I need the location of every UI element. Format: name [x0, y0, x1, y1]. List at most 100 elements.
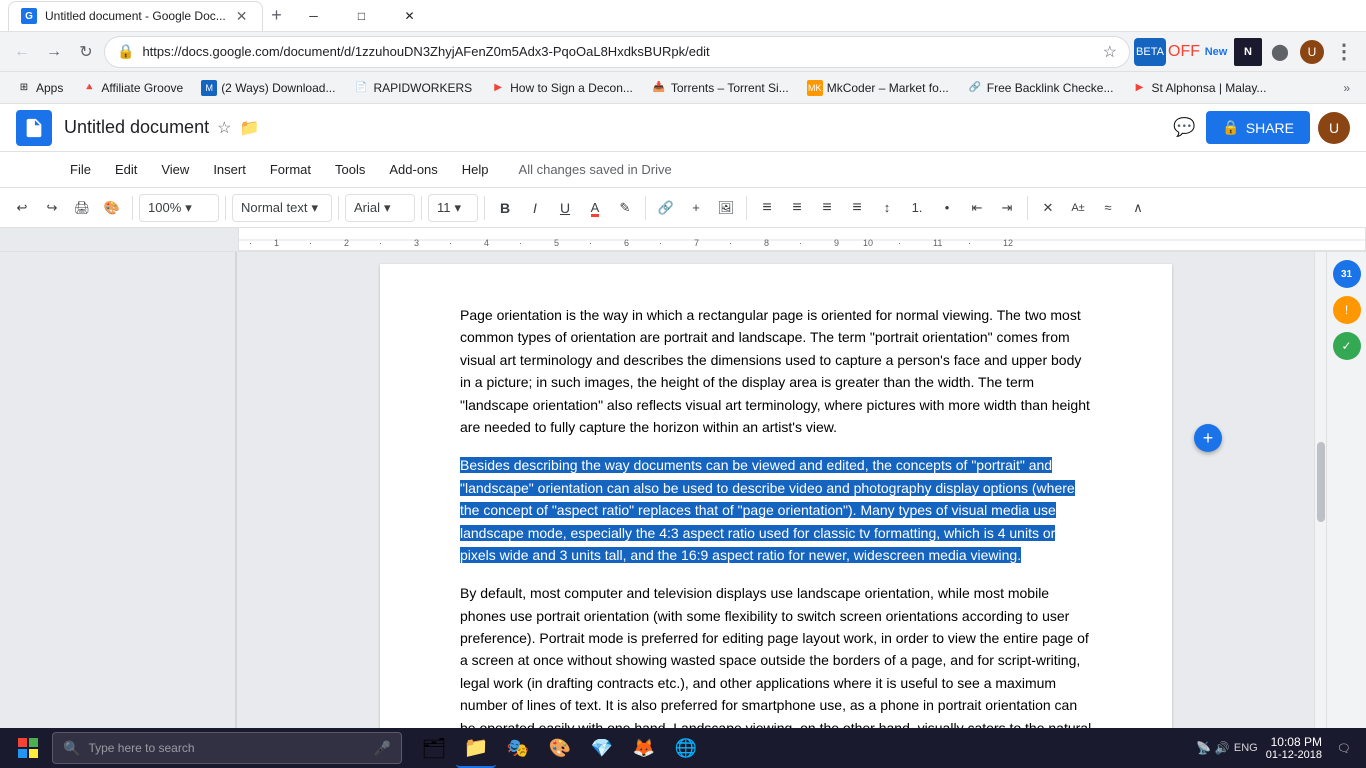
account-icon[interactable]: U — [1298, 38, 1326, 66]
print-button[interactable]: 🖨 — [68, 194, 96, 222]
link-button[interactable]: 🔗 — [652, 194, 680, 222]
comments-icon[interactable]: 💬 — [1170, 114, 1198, 142]
notification-button[interactable]: 🗨 — [1330, 734, 1358, 762]
paragraph-3[interactable]: By default, most computer and television… — [460, 582, 1092, 728]
justify-button[interactable]: ≡ — [843, 194, 871, 222]
close-button[interactable]: ✕ — [387, 0, 433, 32]
decrease-indent-button[interactable]: ⇤ — [963, 194, 991, 222]
special-chars-button[interactable]: A± — [1064, 194, 1092, 222]
browser-tab[interactable]: G Untitled document - Google Doc... ✕ — [8, 1, 263, 31]
insert-image-button[interactable]: 🖼 — [712, 194, 740, 222]
suggestion-badge[interactable]: ! — [1333, 296, 1361, 324]
menu-insert[interactable]: Insert — [203, 156, 256, 183]
menu-view[interactable]: View — [151, 156, 199, 183]
align-right-button[interactable]: ≡ — [813, 194, 841, 222]
taskbar-photoshop[interactable]: 🎨 — [540, 728, 580, 768]
star-icon[interactable]: ☆ — [217, 118, 231, 138]
style-dropdown[interactable]: Normal text ▾ — [232, 194, 332, 222]
taskbar-firefox[interactable]: 🦊 — [624, 728, 664, 768]
numbered-list-button[interactable]: 1. — [903, 194, 931, 222]
extensions-icon[interactable]: BETA — [1134, 38, 1166, 66]
volume-icon[interactable]: 🔊 — [1215, 741, 1230, 755]
extension3-icon[interactable]: N — [1234, 38, 1262, 66]
calendar-badge[interactable]: 31 — [1333, 260, 1361, 288]
start-button[interactable] — [8, 728, 48, 768]
bookmarks-more-button[interactable]: » — [1335, 77, 1358, 99]
italic-button[interactable]: I — [521, 194, 549, 222]
bold-button[interactable]: B — [491, 194, 519, 222]
font-size-dropdown[interactable]: 11 ▾ — [428, 194, 478, 222]
adblock-icon[interactable]: OFF — [1170, 38, 1198, 66]
bookmark-2ways[interactable]: M (2 Ways) Download... — [193, 76, 343, 100]
new-tab-button[interactable]: + — [263, 2, 291, 30]
menu-dots-icon[interactable]: ⋮ — [1330, 38, 1358, 66]
tab-favicon: G — [21, 8, 37, 24]
bookmark-alphonsa[interactable]: ▶ St Alphonsa | Malay... — [1123, 76, 1274, 100]
menu-tools[interactable]: Tools — [325, 156, 375, 183]
align-center-button[interactable]: ≡ — [783, 194, 811, 222]
underline-button[interactable]: U — [551, 194, 579, 222]
user-avatar[interactable]: U — [1318, 112, 1350, 144]
bookmark-affiliate-groove[interactable]: 🔺 Affiliate Groove — [73, 76, 191, 100]
checklist-badge[interactable]: ✓ — [1333, 332, 1361, 360]
expand-button[interactable]: ∧ — [1124, 194, 1152, 222]
language-label[interactable]: ENG — [1234, 742, 1258, 754]
menu-edit[interactable]: Edit — [105, 156, 147, 183]
folder-icon[interactable]: 📁 — [239, 118, 259, 138]
menu-file[interactable]: File — [60, 156, 101, 183]
undo-button[interactable]: ↩ — [8, 194, 36, 222]
taskbar-chrome[interactable]: 🌐 — [666, 728, 706, 768]
bookmark-torrents[interactable]: 📥 Torrents – Torrent Si... — [643, 76, 797, 100]
network-icon[interactable]: 📡 — [1196, 741, 1211, 755]
maximize-button[interactable]: □ — [339, 0, 385, 32]
bookmark-backlink[interactable]: 🔗 Free Backlink Checke... — [959, 76, 1122, 100]
menu-help[interactable]: Help — [452, 156, 499, 183]
search-placeholder: Type here to search — [88, 741, 194, 755]
taskbar-task-view[interactable]: 🗂 — [414, 728, 454, 768]
scrollbar-thumb[interactable] — [1317, 442, 1325, 522]
bookmark-apps[interactable]: ⊞ Apps — [8, 76, 71, 100]
back-button[interactable]: ← — [8, 38, 36, 66]
insert-comment-button[interactable]: + — [682, 194, 710, 222]
new-icon[interactable]: New — [1202, 38, 1230, 66]
extension4-icon[interactable]: ⬤ — [1266, 38, 1294, 66]
paragraph-1[interactable]: Page orientation is the way in which a r… — [460, 304, 1092, 438]
align-left-button[interactable]: ≡ — [753, 194, 781, 222]
refresh-button[interactable]: ↻ — [72, 38, 100, 66]
text-color-button[interactable]: A — [581, 194, 609, 222]
clear-format-button[interactable]: ✕ — [1034, 194, 1062, 222]
add-content-button[interactable]: + — [1194, 424, 1222, 452]
paragraph-2[interactable]: Besides describing the way documents can… — [460, 454, 1092, 566]
spelling-button[interactable]: ≈ — [1094, 194, 1122, 222]
paint-format-button[interactable]: 🎨 — [98, 194, 126, 222]
time-date[interactable]: 10:08 PM 01-12-2018 — [1266, 735, 1322, 761]
mic-icon[interactable]: 🎤 — [374, 740, 391, 757]
bookmark-rapidworkers[interactable]: 📄 RAPIDWORKERS — [345, 76, 480, 100]
tab-close-button[interactable]: ✕ — [234, 6, 250, 27]
taskbar-app-gem[interactable]: 💎 — [582, 728, 622, 768]
alphonsa-icon: ▶ — [1131, 80, 1147, 96]
highlight-button[interactable]: ✎ — [611, 194, 639, 222]
increase-indent-button[interactable]: ⇥ — [993, 194, 1021, 222]
zoom-dropdown[interactable]: 100% ▾ — [139, 194, 219, 222]
doc-title[interactable]: Untitled document — [64, 117, 209, 138]
minimize-button[interactable]: ─ — [291, 0, 337, 32]
redo-button[interactable]: ↪ — [38, 194, 66, 222]
bulleted-list-button[interactable]: • — [933, 194, 961, 222]
address-bar[interactable]: 🔒 https://docs.google.com/document/d/1zz… — [104, 36, 1130, 68]
taskbar-app-1[interactable]: 🎭 — [498, 728, 538, 768]
vertical-scrollbar[interactable] — [1314, 252, 1326, 728]
bookmark-star-icon[interactable]: ☆ — [1103, 42, 1117, 62]
zoom-dropdown-icon: ▾ — [185, 200, 192, 216]
bookmark-mkcoder[interactable]: MK MkCoder – Market fo... — [799, 76, 957, 100]
line-spacing-button[interactable]: ↕ — [873, 194, 901, 222]
font-dropdown[interactable]: Arial ▾ — [345, 194, 415, 222]
share-button[interactable]: 🔒 SHARE — [1206, 111, 1310, 144]
menu-format[interactable]: Format — [260, 156, 321, 183]
taskbar-search[interactable]: 🔍 Type here to search 🎤 — [52, 732, 402, 764]
share-lock-icon: 🔒 — [1222, 119, 1239, 136]
bookmark-how-to-sign[interactable]: ▶ How to Sign a Decon... — [482, 76, 641, 100]
taskbar-file-explorer[interactable]: 📁 — [456, 728, 496, 768]
menu-addons[interactable]: Add-ons — [379, 156, 447, 183]
forward-button[interactable]: → — [40, 38, 68, 66]
